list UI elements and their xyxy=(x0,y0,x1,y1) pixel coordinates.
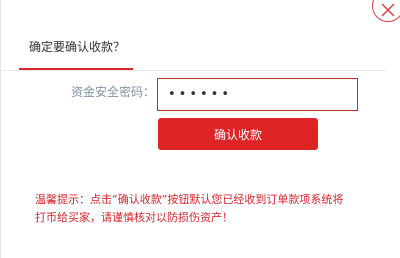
password-label: 资金安全密码： xyxy=(71,85,156,99)
title-underline xyxy=(19,68,133,70)
confirm-receipt-button[interactable]: 确认收款 xyxy=(158,118,318,150)
confirm-receipt-dialog: 确定要确认收款？ 资金安全密码： 确认收款 温馨提示：点击“确认收款”按钮默认您… xyxy=(0,0,400,258)
dialog-header: 确定要确认收款？ xyxy=(1,0,386,71)
password-input[interactable] xyxy=(157,78,358,111)
tip-line-1: 温馨提示：点击“确认收款”按钮默认您已经收到订单款项系统将 xyxy=(35,193,344,206)
tip-line-2: 打币给买家，请谨慎核对以防损伤资产！ xyxy=(35,211,233,224)
dialog-title: 确定要确认收款？ xyxy=(29,40,126,54)
tip-text: 温馨提示：点击“确认收款”按钮默认您已经收到订单款项系统将 打币给买家，请谨慎核… xyxy=(35,191,375,227)
